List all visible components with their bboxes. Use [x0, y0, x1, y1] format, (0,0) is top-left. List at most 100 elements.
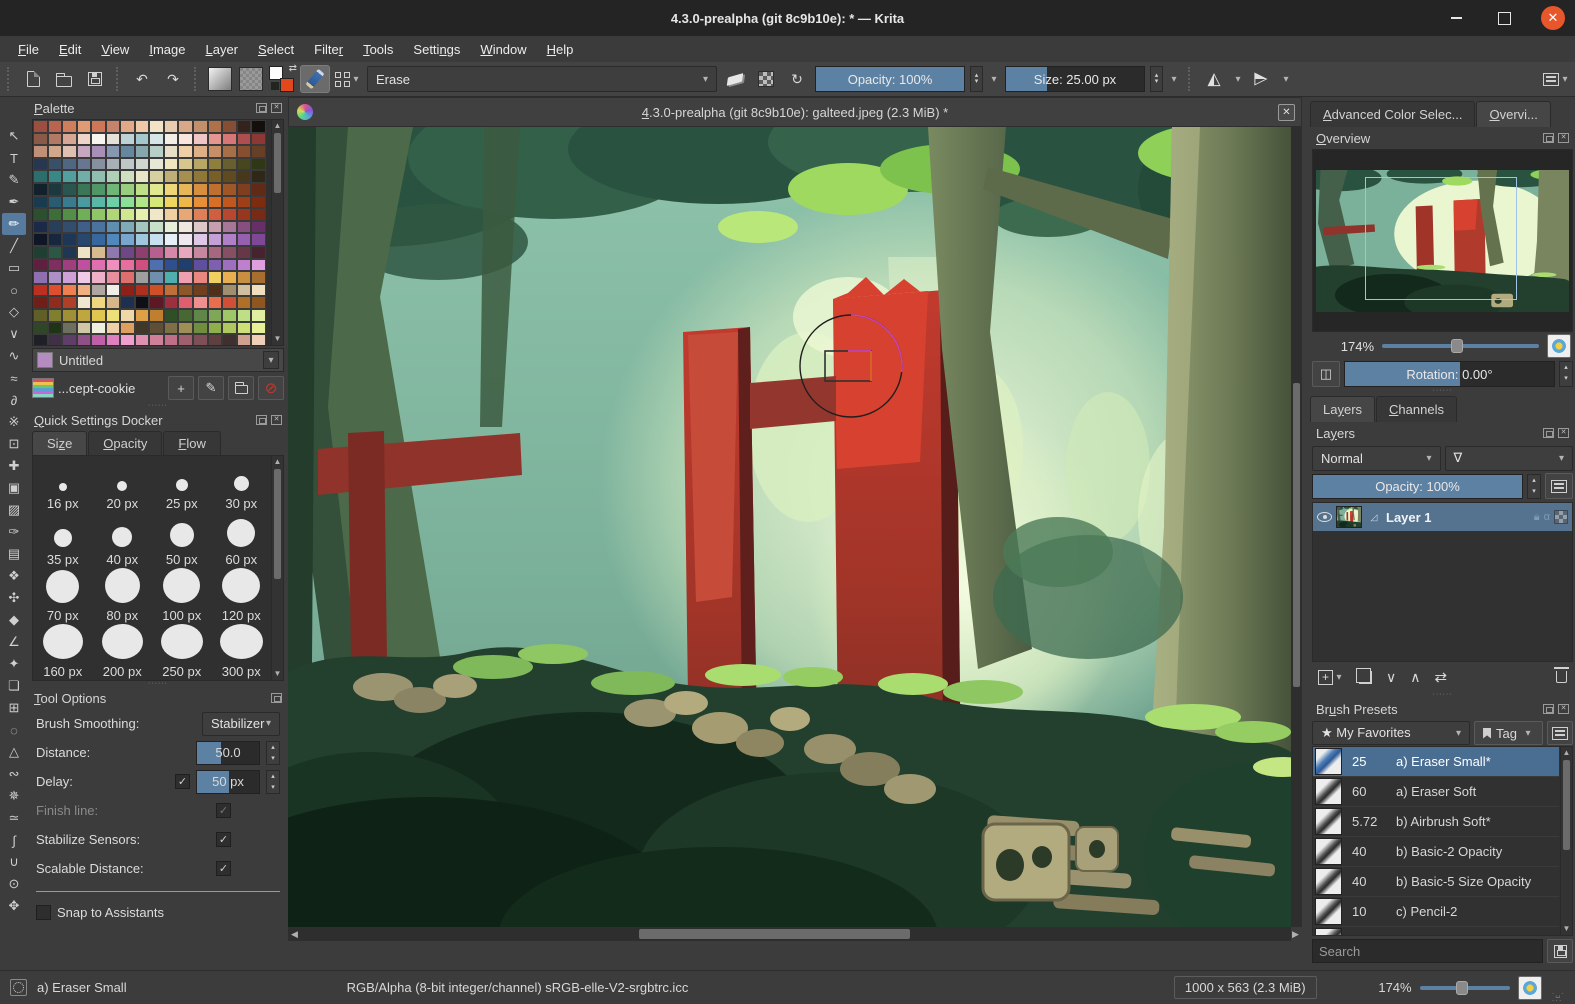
- palette-swatch[interactable]: [47, 283, 63, 297]
- palette-swatch[interactable]: [76, 208, 92, 221]
- tool-smart-patch[interactable]: ❖: [2, 565, 26, 587]
- palette-swatch[interactable]: [33, 245, 48, 259]
- palette-swatch[interactable]: [105, 233, 121, 246]
- redo-button[interactable]: ↷: [160, 66, 186, 92]
- palette-swatch[interactable]: [236, 334, 252, 345]
- palette-swatch[interactable]: [105, 334, 121, 345]
- palette-swatch[interactable]: [207, 170, 223, 183]
- palette-swatch[interactable]: [134, 220, 150, 234]
- palette-swatch[interactable]: [207, 271, 223, 284]
- brush-size-option[interactable]: [212, 680, 272, 681]
- close-docker-icon[interactable]: ✕: [1558, 704, 1569, 714]
- tab-channels[interactable]: Channels: [1376, 396, 1457, 422]
- palette-swatch[interactable]: [62, 145, 77, 158]
- palette-swatch[interactable]: [120, 271, 135, 284]
- palette-swatch[interactable]: [120, 208, 135, 221]
- menu-file[interactable]: File: [8, 39, 49, 60]
- delay-input[interactable]: 50 px: [196, 769, 260, 794]
- palette-swatch[interactable]: [251, 195, 266, 209]
- close-button[interactable]: ✕: [1541, 6, 1565, 30]
- palette-swatch[interactable]: [47, 195, 63, 209]
- fg-bg-color-widget[interactable]: ⇄: [269, 63, 297, 92]
- palette-file-name[interactable]: ...cept-cookie: [58, 381, 164, 396]
- palette-swatch[interactable]: [178, 334, 194, 345]
- brush-size-option[interactable]: 25 px: [152, 456, 212, 512]
- palette-swatch[interactable]: [47, 258, 63, 272]
- swap-colors-icon[interactable]: ⇄: [289, 63, 297, 74]
- palette-swatch[interactable]: [47, 220, 63, 234]
- size-slider[interactable]: Size: 25.00 px: [1005, 66, 1145, 92]
- palette-swatch[interactable]: [207, 321, 223, 335]
- palette-swatch[interactable]: [105, 283, 121, 297]
- tool-similar-select[interactable]: ≃: [2, 807, 26, 829]
- palette-swatch[interactable]: [236, 182, 252, 196]
- palette-swatch[interactable]: [236, 296, 252, 309]
- palette-swatch[interactable]: [236, 157, 252, 171]
- palette-swatch[interactable]: [62, 132, 77, 146]
- palette-swatch[interactable]: [236, 145, 252, 158]
- palette-swatch[interactable]: [251, 145, 266, 158]
- brush-preset-row[interactable]: 5.72 b) Airbrush Soft*: [1313, 807, 1559, 837]
- palette-swatch[interactable]: [149, 195, 164, 209]
- workspace-chooser-button[interactable]: ▾: [1543, 66, 1571, 92]
- palette-swatch[interactable]: [76, 258, 92, 272]
- stabilize-sensors-checkbox[interactable]: ✓: [216, 832, 231, 847]
- tool-rect-select[interactable]: ⊞: [2, 697, 26, 719]
- tool-magnetic-select[interactable]: ∪: [2, 851, 26, 873]
- brush-size-option[interactable]: 20 px: [93, 456, 153, 512]
- palette-swatch[interactable]: [193, 120, 208, 133]
- palette-swatch[interactable]: [222, 208, 237, 221]
- tool-ellipse[interactable]: ○: [2, 279, 26, 301]
- delete-layer-button[interactable]: [1554, 667, 1569, 683]
- palette-swatch[interactable]: [134, 271, 150, 284]
- palette-swatch[interactable]: [47, 245, 63, 259]
- palette-swatch[interactable]: [149, 170, 164, 183]
- palette-swatch[interactable]: [193, 132, 208, 146]
- palette-swatch[interactable]: [163, 170, 179, 183]
- blending-mode-select[interactable]: Erase ▾: [367, 66, 717, 92]
- palette-swatch[interactable]: [134, 321, 150, 335]
- layers-docker-header[interactable]: Layers ✕: [1310, 422, 1575, 444]
- palette-swatch[interactable]: [236, 271, 252, 284]
- palette-swatch[interactable]: [149, 233, 164, 246]
- brush-size-option[interactable]: 160 px: [33, 624, 93, 680]
- palette-swatch[interactable]: [62, 233, 77, 246]
- palette-swatch[interactable]: [149, 283, 164, 297]
- minimize-button[interactable]: [1445, 7, 1467, 29]
- palette-swatch[interactable]: [163, 308, 179, 322]
- opacity-slider[interactable]: Opacity: 100%: [815, 66, 965, 92]
- palette-swatch[interactable]: [33, 182, 48, 196]
- remove-swatch-button[interactable]: ⊘: [258, 376, 284, 400]
- brush-smoothing-select[interactable]: Stabilizer ▾: [202, 711, 280, 736]
- palette-swatch[interactable]: [236, 283, 252, 297]
- menu-filter[interactable]: Filter: [304, 39, 353, 60]
- brush-size-option[interactable]: [33, 680, 93, 681]
- palette-swatch[interactable]: [62, 182, 77, 196]
- tool-text[interactable]: T: [2, 147, 26, 169]
- palette-swatch[interactable]: [163, 220, 179, 234]
- palette-swatch[interactable]: [47, 208, 63, 221]
- palette-swatch[interactable]: [105, 321, 121, 335]
- palette-swatch[interactable]: [222, 245, 237, 259]
- brush-size-option[interactable]: 100 px: [152, 568, 212, 624]
- chevron-down-icon[interactable]: ▾: [1280, 74, 1292, 85]
- tool-multibrush[interactable]: ※: [2, 411, 26, 433]
- tool-options-header[interactable]: Tool Options: [28, 687, 288, 709]
- palette-swatch[interactable]: [251, 182, 266, 196]
- palette-swatch[interactable]: [120, 145, 135, 158]
- palette-swatch[interactable]: [236, 321, 252, 335]
- tag-filter-select[interactable]: ★ My Favorites ▾: [1312, 721, 1471, 745]
- tab-flow[interactable]: Flow: [163, 431, 221, 455]
- close-docker-icon[interactable]: ✕: [1558, 133, 1569, 143]
- delay-spinner[interactable]: ▴ ▾: [266, 769, 280, 794]
- palette-swatch[interactable]: [222, 195, 237, 209]
- brush-preset-row[interactable]: 25 a) Eraser Small*: [1313, 747, 1559, 777]
- save-preset-button[interactable]: [1547, 939, 1573, 963]
- palette-swatch[interactable]: [91, 170, 106, 183]
- palette-swatch[interactable]: [134, 245, 150, 259]
- tool-polyline[interactable]: ∨: [2, 323, 26, 345]
- palette-swatch[interactable]: [222, 132, 237, 146]
- palette-swatch[interactable]: [178, 195, 194, 209]
- palette-swatch[interactable]: [207, 220, 223, 234]
- palette-swatch[interactable]: [47, 233, 63, 246]
